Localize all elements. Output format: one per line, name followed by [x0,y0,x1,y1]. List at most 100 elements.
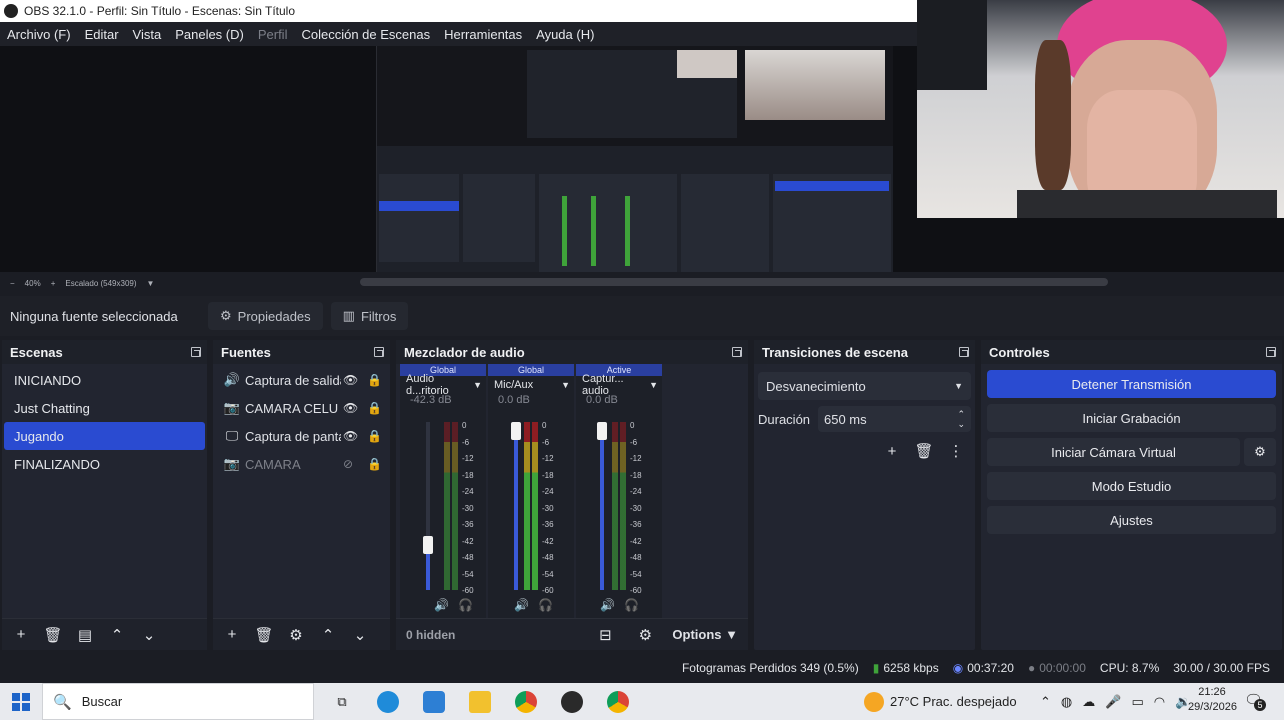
add-scene-button[interactable]: + [8,624,34,646]
transition-select[interactable]: Desvanecimiento ▼ [758,372,971,400]
lock-icon[interactable]: 🔒 [367,429,382,443]
source-item-hidden[interactable]: 📷 CAMARA ⊘ 🔒 [215,450,388,478]
menu-ayuda[interactable]: Ayuda (H) [529,27,601,42]
source-item[interactable]: 🖵 Captura de pantalla 👁 🔒 [215,422,388,450]
level-meter [524,422,530,590]
chevron-up-icon[interactable]: ⌃ [1040,694,1051,710]
volume-fill[interactable] [600,422,604,590]
undock-icon[interactable] [959,347,969,357]
volume-fader-handle[interactable] [423,536,433,554]
notifications-icon[interactable]: 🗨 5 [1244,691,1266,711]
start-virtual-camera-button[interactable]: Iniciar Cámara Virtual [987,438,1240,466]
spin-arrows-icon[interactable]: ⌃ ⌄ [957,409,965,429]
microphone-icon[interactable]: 🎤 [1105,694,1121,710]
mute-speaker-icon[interactable]: 🔊 [600,598,615,612]
zoom-in-button[interactable]: + [51,279,56,288]
clock[interactable]: 21:26 29/3/2026 [1188,685,1237,715]
channel-name-dropdown[interactable]: Mic/Aux ▼ [488,376,574,394]
battery-icon[interactable]: ▭ [1131,694,1143,710]
move-scene-up-button[interactable]: ⌃ [104,624,130,646]
scene-item[interactable]: Just Chatting [4,394,205,422]
cloud-icon[interactable]: ☁ [1082,694,1095,710]
channel-name-dropdown[interactable]: Audio d...ritorio ▼ [400,373,486,397]
zoom-out-button[interactable]: − [10,279,15,288]
move-source-down-button[interactable]: ⌄ [347,624,373,646]
properties-button[interactable]: ⚙ Propiedades [208,302,323,330]
filter-icon: ▥ [342,308,355,323]
move-scene-down-button[interactable]: ⌄ [136,624,162,646]
source-item[interactable]: 🔊 Captura de salida 👁 🔒 [215,366,388,394]
mute-speaker-icon[interactable]: 🔊 [434,598,449,612]
menu-perfil[interactable]: Perfil [251,27,295,42]
eye-icon[interactable]: 👁 [343,429,358,443]
studio-mode-button[interactable]: Modo Estudio [987,472,1276,500]
undock-icon[interactable] [732,347,742,357]
remove-source-button[interactable]: 🗑 [251,624,277,646]
nested-scene-selected [379,201,459,211]
preview-canvas[interactable] [376,46,893,272]
settings-button[interactable]: Ajustes [987,506,1276,534]
outlook-icon[interactable] [418,687,450,717]
chrome-icon[interactable] [510,687,542,717]
nested-sources-dock [463,174,535,262]
dropdown-arrow-icon: ▼ [649,380,658,390]
duration-spinbox[interactable]: 650 ms ⌃ ⌄ [818,406,971,432]
scene-filters-button[interactable]: ▤ [72,624,98,646]
virtual-camera-settings-gear-icon[interactable]: ⚙ [1244,438,1276,466]
wifi-icon[interactable]: ◠ [1154,694,1165,710]
move-source-up-button[interactable]: ⌃ [315,624,341,646]
scene-item[interactable]: FINALIZANDO [4,450,205,478]
menu-herramientas[interactable]: Herramientas [437,27,529,42]
task-view-icon[interactable]: ⧉ [326,687,358,717]
volume-fader-handle[interactable] [511,422,521,440]
mixer-settings-icon[interactable]: ⚙ [632,624,658,646]
add-transition-button[interactable]: + [879,440,905,462]
menu-archivo[interactable]: Archivo (F) [0,27,78,42]
undock-icon[interactable] [191,347,201,357]
mute-speaker-icon[interactable]: 🔊 [514,598,529,612]
channel-name-dropdown[interactable]: Captur... audio ▼ [576,373,662,397]
weather-widget[interactable]: 27°C Prac. despejado [864,683,1017,720]
transition-menu-button[interactable]: ⋮ [943,440,969,462]
source-item[interactable]: 📷 CAMARA CELU 👁 🔒 [215,394,388,422]
lock-icon[interactable]: 🔒 [367,373,382,387]
scale-dropdown-icon[interactable]: ▼ [147,279,155,288]
eye-icon[interactable]: 👁 [343,373,358,387]
filters-button[interactable]: ▥ Filtros [330,302,409,330]
eye-icon[interactable]: 👁 [343,401,358,415]
menu-vista[interactable]: Vista [126,27,169,42]
menu-paneles[interactable]: Paneles (D) [168,27,251,42]
stop-stream-button[interactable]: Detener Transmisión [987,370,1276,398]
chrome-profile-icon[interactable] [602,687,634,717]
volume-fill[interactable] [514,422,518,590]
undock-icon[interactable] [374,347,384,357]
mixer-layout-icon[interactable]: ⊟ [592,624,618,646]
volume-fader-handle[interactable] [597,422,607,440]
stream-time: 00:37:20 [967,661,1014,675]
remove-scene-button[interactable]: 🗑 [40,624,66,646]
remove-transition-button[interactable]: 🗑 [911,440,937,462]
preview-horizontal-scrollbar[interactable] [360,278,1108,286]
undock-icon[interactable] [1266,347,1276,357]
lock-icon[interactable]: 🔒 [367,457,382,471]
file-explorer-icon[interactable] [464,687,496,717]
scene-item[interactable]: INICIANDO [4,366,205,394]
taskbar-search-input[interactable]: 🔍 Buscar [42,683,314,720]
tray-app-icon[interactable]: ◍ [1061,694,1072,710]
scene-item-selected[interactable]: Jugando [4,422,205,450]
edge-icon[interactable] [372,687,404,717]
lock-icon[interactable]: 🔒 [367,401,382,415]
zoom-level: 40% [24,278,41,288]
start-recording-button[interactable]: Iniciar Grabación [987,404,1276,432]
headphones-icon[interactable]: 🎧 [458,598,473,612]
windows-start-icon[interactable] [12,693,30,711]
eye-hidden-icon[interactable]: ⊘ [343,457,353,471]
add-source-button[interactable]: + [219,624,245,646]
obs-taskbar-icon[interactable] [556,687,588,717]
menu-coleccion-escenas[interactable]: Colección de Escenas [294,27,437,42]
headphones-icon[interactable]: 🎧 [624,598,639,612]
options-button[interactable]: Options ▼ [672,627,738,642]
source-properties-button[interactable]: ⚙ [283,624,309,646]
headphones-icon[interactable]: 🎧 [538,598,553,612]
menu-editar[interactable]: Editar [78,27,126,42]
